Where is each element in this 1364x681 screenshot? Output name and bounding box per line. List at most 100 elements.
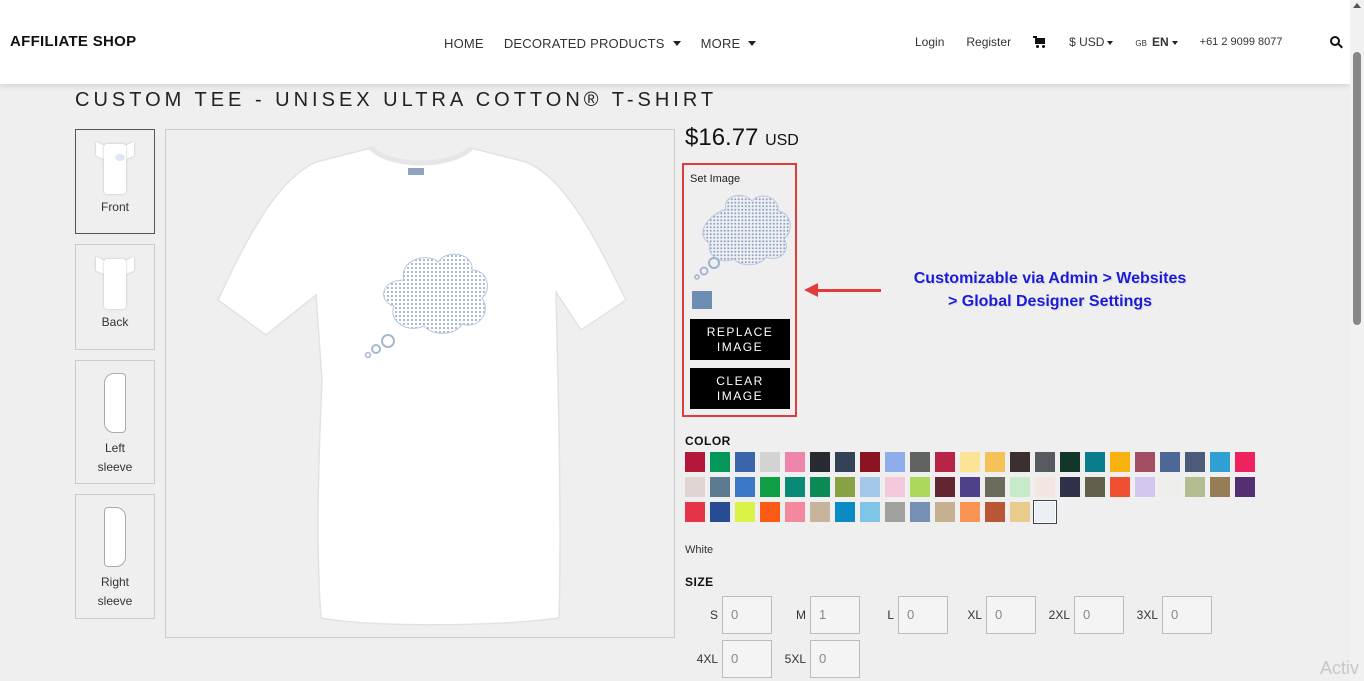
color-swatch[interactable] [1060, 477, 1080, 497]
color-swatch[interactable] [785, 452, 805, 472]
left-sleeve-thumb-image [76, 373, 154, 433]
phone-number[interactable]: +61 2 9099 8077 [1200, 36, 1283, 48]
color-swatch[interactable] [1160, 452, 1180, 472]
color-swatch[interactable] [735, 477, 755, 497]
color-swatch[interactable] [1035, 452, 1055, 472]
size-quantity-input[interactable]: 1 [810, 596, 860, 634]
color-swatch[interactable] [885, 477, 905, 497]
color-swatch[interactable] [1235, 477, 1255, 497]
color-swatch[interactable] [1110, 477, 1130, 497]
image-color-swatch[interactable] [692, 291, 712, 309]
replace-image-button[interactable]: REPLACE IMAGE [690, 319, 790, 360]
color-swatch[interactable] [785, 477, 805, 497]
color-swatch[interactable] [1010, 502, 1030, 522]
color-swatch[interactable] [810, 452, 830, 472]
color-swatch[interactable] [910, 452, 930, 472]
color-swatch[interactable] [935, 452, 955, 472]
color-swatch[interactable] [1010, 477, 1030, 497]
color-swatch[interactable] [1235, 452, 1255, 472]
view-thumb-left-sleeve[interactable]: Left sleeve [75, 360, 155, 484]
size-quantity-input[interactable]: 0 [898, 596, 948, 634]
color-swatch[interactable] [1210, 477, 1230, 497]
color-swatch[interactable] [985, 477, 1005, 497]
nav-home[interactable]: HOME [444, 36, 484, 51]
color-swatch[interactable] [685, 502, 705, 522]
color-swatch[interactable] [985, 452, 1005, 472]
color-swatch[interactable] [835, 477, 855, 497]
color-swatch[interactable] [810, 477, 830, 497]
size-label: 4XL [696, 652, 718, 666]
size-quantity-input[interactable]: 0 [810, 640, 860, 678]
nav-more[interactable]: MORE [701, 36, 757, 51]
color-swatch[interactable] [1010, 452, 1030, 472]
color-swatch[interactable] [760, 502, 780, 522]
search-icon[interactable] [1330, 36, 1343, 49]
clear-image-button[interactable]: CLEAR IMAGE [690, 368, 790, 409]
color-swatch[interactable] [860, 477, 880, 497]
color-swatch[interactable] [860, 502, 880, 522]
view-thumb-back[interactable]: Back [75, 244, 155, 350]
product-title: CUSTOM TEE - UNISEX ULTRA COTTON® T-SHIR… [75, 89, 718, 111]
color-swatch[interactable] [885, 502, 905, 522]
color-swatch[interactable] [910, 502, 930, 522]
color-swatch[interactable] [1110, 452, 1130, 472]
nav-decorated-products[interactable]: DECORATED PRODUCTS [504, 36, 681, 51]
color-swatch[interactable] [710, 502, 730, 522]
color-swatch[interactable] [1185, 477, 1205, 497]
currency-selector[interactable]: $ USD [1069, 35, 1114, 49]
color-swatch[interactable] [685, 477, 705, 497]
product-preview[interactable] [165, 129, 675, 638]
color-swatch[interactable] [710, 477, 730, 497]
color-swatch[interactable] [1035, 477, 1055, 497]
color-swatch[interactable] [1160, 477, 1180, 497]
color-swatch[interactable] [735, 452, 755, 472]
color-swatch[interactable] [860, 452, 880, 472]
color-swatch[interactable] [1085, 477, 1105, 497]
color-swatch[interactable] [960, 452, 980, 472]
color-swatch[interactable] [935, 502, 955, 522]
color-swatch[interactable] [910, 477, 930, 497]
color-swatch[interactable] [810, 502, 830, 522]
right-sleeve-thumb-image [76, 507, 154, 567]
size-quantity-input[interactable]: 0 [986, 596, 1036, 634]
color-swatch[interactable] [985, 502, 1005, 522]
color-section-label: COLOR [685, 434, 731, 448]
language-selector[interactable]: GB EN [1135, 35, 1178, 49]
page-scrollbar[interactable] [1350, 0, 1364, 681]
view-thumb-front[interactable]: Front [75, 129, 155, 234]
view-thumb-right-sleeve[interactable]: Right sleeve [75, 494, 155, 619]
color-swatch[interactable] [760, 452, 780, 472]
scrollbar-thumb[interactable] [1353, 52, 1361, 325]
color-swatch[interactable] [685, 452, 705, 472]
color-swatch[interactable] [735, 502, 755, 522]
size-quantity-input[interactable]: 0 [1162, 596, 1212, 634]
size-quantity-input[interactable]: 0 [1074, 596, 1124, 634]
annotation-arrow-line [815, 289, 881, 292]
color-swatch[interactable] [785, 502, 805, 522]
size-label: S [709, 608, 718, 622]
color-swatch[interactable] [1035, 502, 1055, 522]
color-swatch[interactable] [710, 452, 730, 472]
color-swatch[interactable] [1060, 452, 1080, 472]
color-swatch[interactable] [960, 477, 980, 497]
color-swatch[interactable] [885, 452, 905, 472]
color-swatch[interactable] [1135, 452, 1155, 472]
color-swatch[interactable] [835, 452, 855, 472]
size-quantity-input[interactable]: 0 [722, 596, 772, 634]
color-swatch[interactable] [1210, 452, 1230, 472]
login-link[interactable]: Login [915, 35, 944, 49]
set-image-preview[interactable] [688, 187, 792, 283]
size-quantity-input[interactable]: 0 [722, 640, 772, 678]
scroll-up-icon[interactable] [1353, 3, 1361, 8]
color-swatch[interactable] [760, 477, 780, 497]
activation-watermark: Activ [1320, 658, 1360, 678]
cart-icon[interactable] [1033, 36, 1047, 48]
color-swatch[interactable] [1185, 452, 1205, 472]
site-logo[interactable]: AFFILIATE SHOP [10, 33, 136, 50]
register-link[interactable]: Register [966, 35, 1011, 49]
color-swatch[interactable] [835, 502, 855, 522]
color-swatch[interactable] [1085, 452, 1105, 472]
color-swatch[interactable] [1135, 477, 1155, 497]
color-swatch[interactable] [960, 502, 980, 522]
color-swatch[interactable] [935, 477, 955, 497]
